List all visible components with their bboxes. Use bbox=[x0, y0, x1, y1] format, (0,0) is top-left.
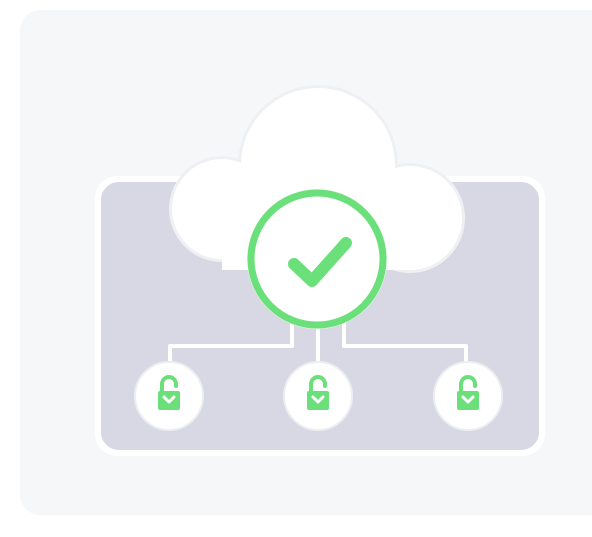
cloud-security-illustration bbox=[95, 85, 545, 456]
lock-node-left bbox=[134, 361, 204, 431]
status-badge bbox=[247, 189, 387, 329]
lock-node-center bbox=[283, 361, 353, 431]
lock-node-right bbox=[433, 361, 503, 431]
